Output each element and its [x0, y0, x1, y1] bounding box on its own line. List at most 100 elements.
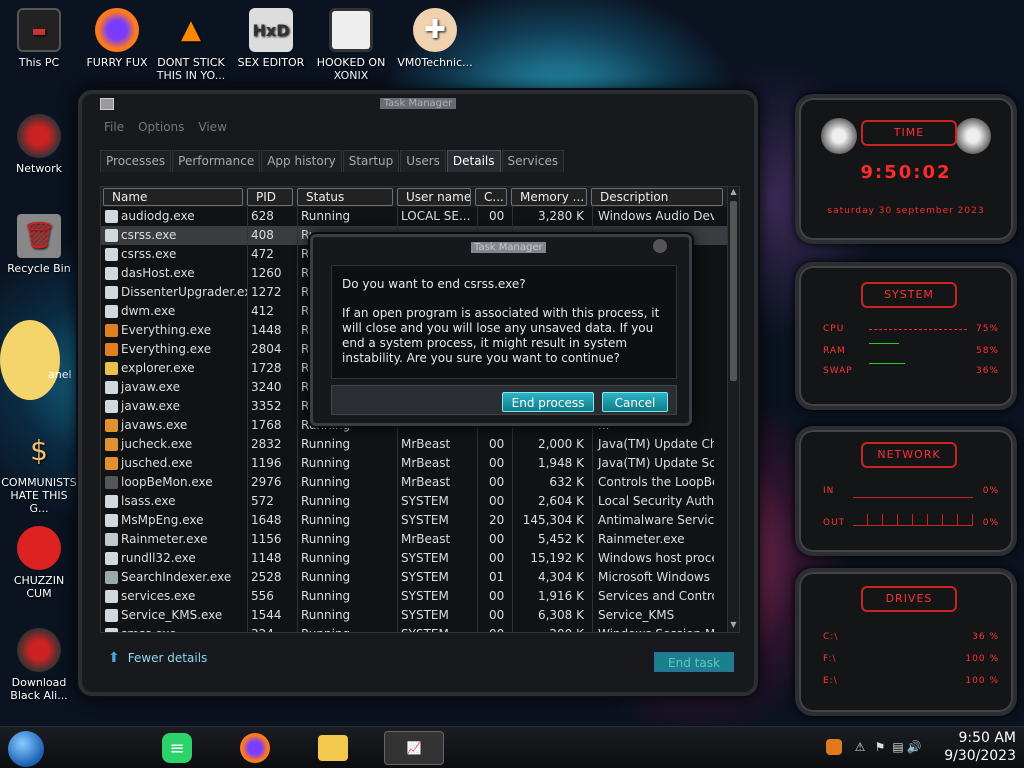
- end-process-button[interactable]: End process: [502, 392, 594, 412]
- cpu-cell: 00: [477, 625, 512, 632]
- memory-cell: 5,452 K: [537, 532, 584, 546]
- column-header-user[interactable]: User name: [397, 188, 471, 206]
- column-header-description[interactable]: Description: [591, 188, 723, 206]
- desktop-icon-vm0[interactable]: ✚ VM0Technic...: [396, 8, 474, 69]
- desktop-icon-network[interactable]: Network: [0, 114, 78, 175]
- desktop-icon-alien[interactable]: Download Black Ali...: [0, 628, 78, 702]
- table-row[interactable]: lsass.exe 572 Running SYSTEM 00 2,604 K Local …: [101, 492, 739, 511]
- tab-app-history[interactable]: App history: [261, 150, 342, 172]
- title-bar[interactable]: Task Manager: [82, 94, 754, 116]
- process-name-cell: jusched.exe: [101, 454, 247, 473]
- table-row[interactable]: Rainmeter.exe 1156 Running MrBeast 00 5,452 K…: [101, 530, 739, 549]
- cancel-button[interactable]: Cancel: [602, 392, 668, 412]
- description-cell: Java(TM) Update Sc...: [598, 456, 714, 470]
- vertical-scrollbar[interactable]: ▲ ▼: [727, 187, 739, 632]
- scroll-down-arrow[interactable]: ▼: [728, 620, 739, 632]
- fewer-details-link[interactable]: ⬆ Fewer details: [108, 650, 207, 666]
- table-row[interactable]: MsMpEng.exe 1648 Running SYSTEM 20 145,304 K A…: [101, 511, 739, 530]
- description-cell: Services and Control...: [598, 589, 714, 603]
- process-name-cell: explorer.exe: [101, 359, 247, 378]
- dialog-button-bar: End process Cancel: [331, 385, 677, 415]
- process-name: Everything.exe: [121, 323, 212, 337]
- xonix-icon: [329, 8, 373, 52]
- column-header-memory[interactable]: Memory ...: [511, 188, 587, 206]
- column-header-cpu[interactable]: C...: [475, 188, 507, 206]
- process-name: audiodg.exe: [121, 209, 195, 223]
- process-icon: [105, 305, 118, 318]
- task-manager-taskbar-icon[interactable]: 📈: [384, 731, 444, 765]
- column-header-status[interactable]: Status: [297, 188, 393, 206]
- network-tray-icon[interactable]: ▤: [890, 739, 906, 755]
- process-name-cell: dasHost.exe: [101, 264, 247, 283]
- close-icon[interactable]: [653, 239, 667, 253]
- tab-details[interactable]: Details: [446, 150, 501, 172]
- alien-head-icon: [955, 118, 991, 154]
- tab-services[interactable]: Services: [501, 150, 565, 172]
- cpu-label: CPU: [823, 324, 845, 334]
- process-icon: [105, 495, 118, 508]
- table-row[interactable]: loopBeMon.exe 2976 Running MrBeast 00 632 K Co…: [101, 473, 739, 492]
- tab-users[interactable]: Users: [400, 150, 446, 172]
- scrollbar-thumb[interactable]: [730, 201, 737, 381]
- scroll-up-arrow[interactable]: ▲: [728, 187, 739, 199]
- status-cell: Running: [301, 437, 351, 451]
- desktop-icon-vlc[interactable]: ▲ DONT STICK THIS IN YO...: [152, 8, 230, 83]
- tray-app-icon[interactable]: [826, 739, 842, 755]
- process-name: jucheck.exe: [121, 437, 193, 451]
- desktop-icon-hxd[interactable]: HxD SEX EDITOR: [232, 8, 310, 69]
- desktop-icon-chuzzle[interactable]: CHUZZIN CUM: [0, 526, 78, 600]
- process-icon: [105, 571, 118, 584]
- process-icon: [105, 400, 118, 413]
- desktop-icon-control-panel[interactable]: [0, 320, 80, 404]
- firefox-taskbar-icon[interactable]: [240, 733, 270, 763]
- column-header-name[interactable]: Name: [103, 188, 243, 206]
- table-row[interactable]: smss.exe 324RunningSYSTEM00200 KWindows S…: [101, 625, 739, 632]
- user-cell: MrBeast: [401, 532, 451, 546]
- process-name-cell: audiodg.exe: [101, 207, 247, 226]
- desktop-icon-firefox[interactable]: FURRY FUX: [78, 8, 156, 69]
- description-cell: Windows Session M...: [592, 625, 714, 632]
- notes-app-icon[interactable]: ≡: [162, 733, 192, 763]
- memory-cell: 2,604 K: [537, 494, 584, 508]
- menu-options[interactable]: Options: [138, 120, 184, 134]
- desktop-icon-label: anel: [48, 368, 72, 381]
- time-widget: TIME 9:50:02 saturday 30 september 2023: [795, 94, 1017, 244]
- menu-view[interactable]: View: [198, 120, 226, 134]
- desktop-icon-this-pc[interactable]: ▬ This PC: [0, 8, 78, 69]
- tab-performance[interactable]: Performance: [172, 150, 261, 172]
- tab-startup[interactable]: Startup: [342, 150, 400, 172]
- taskbar-clock[interactable]: 9:50 AM 9/30/2023: [944, 729, 1016, 765]
- net-in-graph: [853, 488, 973, 498]
- pid-cell: 2528: [251, 570, 282, 584]
- desktop-icon-money[interactable]: $ COMMUNISTS HATE THIS G...: [0, 428, 78, 515]
- process-name-cell: javaw.exe: [101, 397, 247, 416]
- end-task-button[interactable]: End task: [654, 652, 734, 672]
- table-row[interactable]: jusched.exe 1196 Running MrBeast 00 1,948 K Ja…: [101, 454, 739, 473]
- file-explorer-icon[interactable]: [318, 735, 348, 761]
- desktop-icon-recycle-bin[interactable]: 🗑 Recycle Bin: [0, 214, 78, 275]
- table-row[interactable]: jucheck.exe 2832 Running MrBeast 00 2,000 K Ja…: [101, 435, 739, 454]
- start-button[interactable]: [8, 731, 44, 767]
- pid-cell: 408: [251, 228, 274, 242]
- process-icon: [105, 628, 118, 632]
- flag-icon[interactable]: ⚑: [872, 739, 888, 755]
- swap-label: SWAP: [823, 366, 853, 376]
- table-row[interactable]: rundll32.exe 1148 Running SYSTEM 00 15,192 K W…: [101, 549, 739, 568]
- table-row[interactable]: SearchIndexer.exe 2528 Running SYSTEM 01 4,30…: [101, 568, 739, 587]
- tab-processes[interactable]: Processes: [100, 150, 172, 172]
- cpu-bar: [869, 329, 969, 330]
- menu-file[interactable]: File: [104, 120, 124, 134]
- desktop-icon-xonix[interactable]: HOOKED ON XONIX: [312, 8, 390, 82]
- column-header-pid[interactable]: PID: [247, 188, 293, 206]
- table-row[interactable]: audiodg.exe 628 Running LOCAL SE... 00 3,280 …: [101, 207, 739, 226]
- tray-icon-action[interactable]: ⚠: [852, 739, 868, 755]
- user-cell: MrBeast: [401, 437, 451, 451]
- process-name-cell: smss.exe: [101, 625, 247, 632]
- memory-cell: 1,948 K: [537, 456, 584, 470]
- volume-icon[interactable]: 🔊: [906, 739, 922, 755]
- dialog-question: Do you want to end csrss.exe?: [342, 277, 526, 291]
- table-row[interactable]: Service_KMS.exe 1544 Running SYSTEM 00 6,308 …: [101, 606, 739, 625]
- table-row[interactable]: services.exe 556 Running SYSTEM 00 1,916 K Ser…: [101, 587, 739, 606]
- user-cell: MrBeast: [401, 456, 451, 470]
- process-name: dwm.exe: [121, 304, 176, 318]
